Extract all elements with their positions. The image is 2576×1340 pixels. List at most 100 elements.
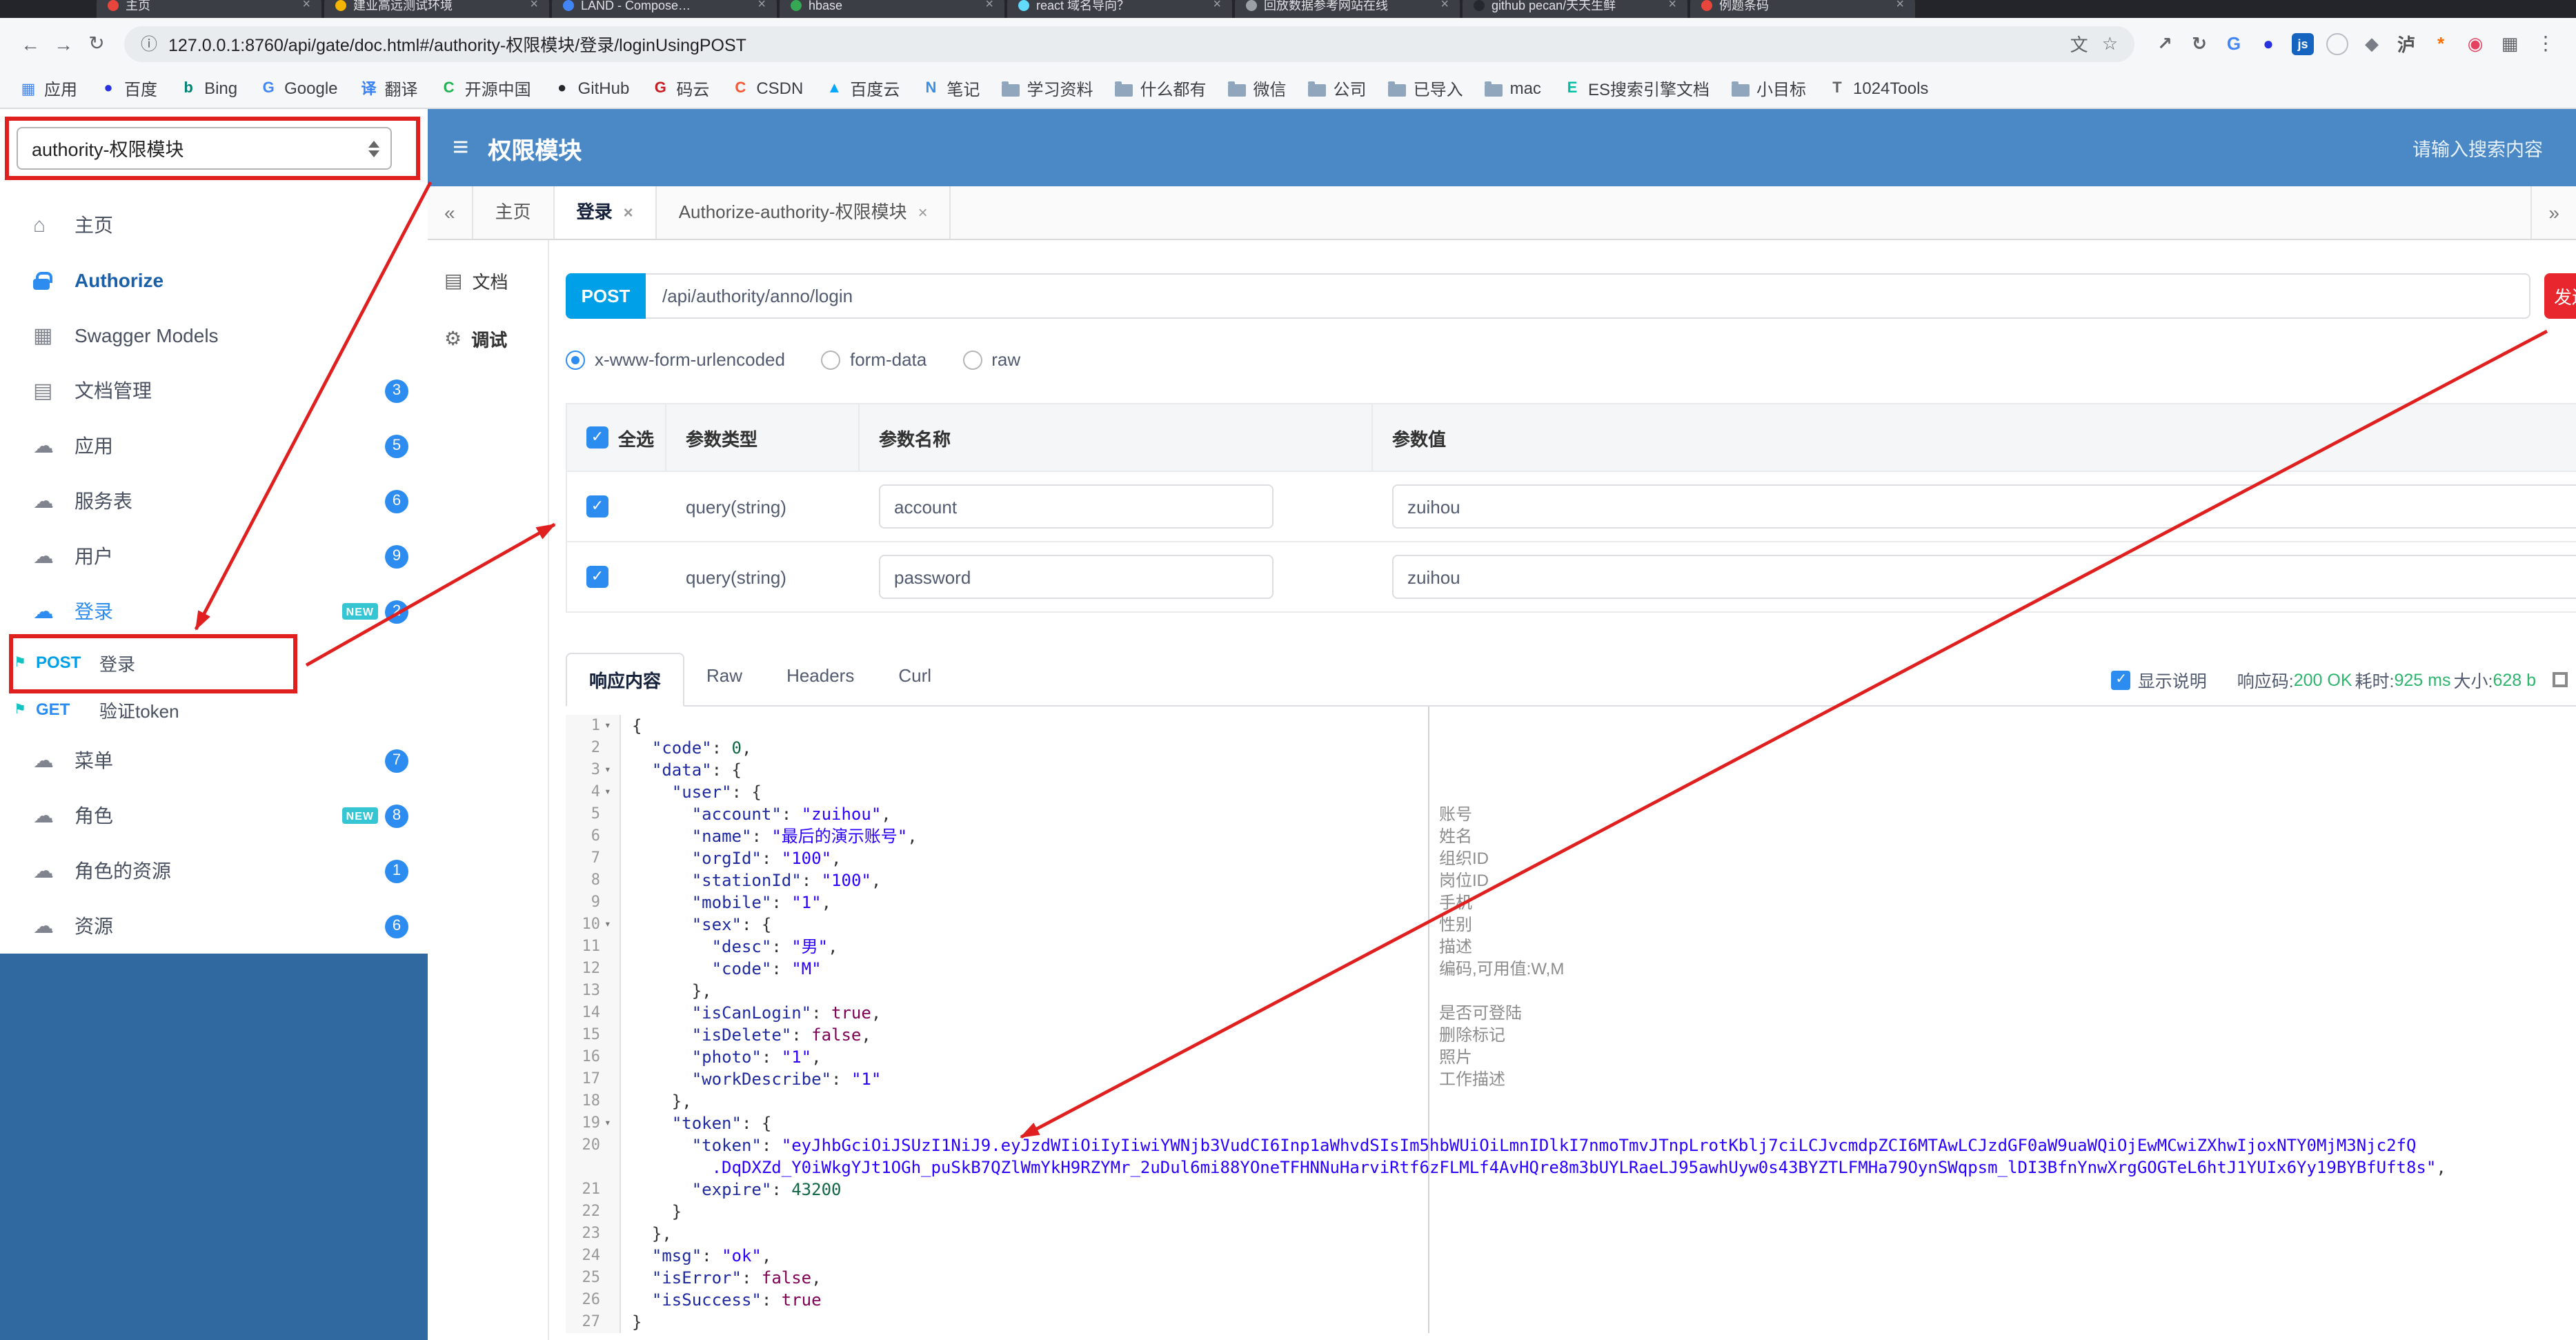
- bookmark-item[interactable]: 公司: [1308, 77, 1367, 100]
- paw-extension-icon[interactable]: ●: [2257, 32, 2279, 55]
- tab-close-icon[interactable]: ×: [985, 0, 993, 12]
- browser-tab[interactable]: 主页 ×: [97, 0, 321, 18]
- omnibox[interactable]: ⓘ 127.0.0.1:8760/api/gate/doc.html#/auth…: [124, 26, 2134, 61]
- content-type-radio[interactable]: raw: [962, 349, 1020, 370]
- doc-menu-doc[interactable]: ▤ 文档: [428, 251, 548, 309]
- sidebar-api-get[interactable]: ⚑ GET 验证token: [0, 686, 428, 733]
- circle-extension-icon[interactable]: [2326, 32, 2348, 55]
- bookmark-item[interactable]: ▦ 应用: [19, 77, 77, 100]
- doc-tab[interactable]: Authorize-authority-权限模块 ×: [657, 186, 951, 239]
- fold-arrow-icon[interactable]: ▾: [604, 781, 620, 803]
- response-tab[interactable]: Curl: [876, 653, 953, 707]
- share-extension-icon[interactable]: ↗: [2154, 32, 2176, 55]
- bookmark-item[interactable]: ● GitHub: [553, 79, 629, 98]
- browser-tab[interactable]: LAND - Compose… ×: [552, 0, 777, 18]
- browser-tab[interactable]: 建业高远测试环境 ×: [324, 0, 549, 18]
- header-search-input[interactable]: 请输入搜索内容: [2412, 134, 2543, 161]
- shield-extension-icon[interactable]: ◆: [2361, 32, 2383, 55]
- tab-close-icon[interactable]: ×: [1440, 0, 1449, 12]
- send-button[interactable]: 发送: [2544, 273, 2576, 319]
- bookmark-item[interactable]: 已导入: [1388, 77, 1463, 100]
- param-checkbox[interactable]: ✓: [586, 495, 608, 518]
- reload-icon[interactable]: ↻: [80, 32, 113, 55]
- sidebar-item-authorize[interactable]: Authorize: [0, 253, 428, 308]
- sidebar-item-user[interactable]: ☁ 用户 9: [0, 529, 428, 584]
- google-extension-icon[interactable]: G: [2223, 32, 2245, 55]
- param-value-input[interactable]: [1392, 555, 2576, 599]
- sidebar-item-menu[interactable]: ☁ 菜单 7: [0, 733, 428, 788]
- sidebar-item-app[interactable]: ☁ 应用 5: [0, 418, 428, 473]
- sidebar-item-login[interactable]: ☁ 登录 NEW 2: [0, 584, 428, 639]
- param-value-input[interactable]: [1392, 484, 2576, 529]
- sidebar-item-docs-manage[interactable]: ▤ 文档管理 3: [0, 363, 428, 418]
- bookmark-item[interactable]: E ES搜索引擎文档: [1563, 77, 1710, 100]
- service-group-select[interactable]: authority-权限模块: [17, 126, 392, 169]
- tab-close-icon[interactable]: ×: [530, 0, 538, 12]
- fold-arrow-icon[interactable]: ▾: [604, 715, 620, 737]
- bookmark-star-icon[interactable]: ☆: [2102, 32, 2118, 55]
- sidebar-item-role[interactable]: ☁ 角色 NEW 8: [0, 788, 428, 843]
- param-checkbox[interactable]: ✓: [586, 566, 608, 588]
- show-description-checkbox[interactable]: ✓: [2111, 670, 2131, 689]
- hamburger-icon[interactable]: ≡: [453, 132, 468, 164]
- response-tab[interactable]: Headers: [764, 653, 876, 707]
- bookmark-item[interactable]: 译翻译: [360, 77, 418, 100]
- param-name-input[interactable]: [879, 555, 1274, 599]
- forward-icon[interactable]: →: [47, 32, 80, 55]
- bookmark-item[interactable]: b Bing: [179, 79, 237, 98]
- select-all-checkbox[interactable]: ✓: [586, 426, 608, 449]
- browser-tab[interactable]: 回放数据参考网站在线 ×: [1235, 0, 1460, 18]
- back-icon[interactable]: ←: [14, 32, 47, 55]
- tab-close-icon[interactable]: ×: [624, 203, 633, 222]
- tab-close-icon[interactable]: ×: [302, 0, 310, 12]
- fold-arrow-icon[interactable]: ▾: [604, 914, 620, 936]
- sidebar-item-resource[interactable]: ☁ 资源 6: [0, 898, 428, 954]
- response-tab[interactable]: 响应内容: [566, 653, 685, 707]
- bookmark-item[interactable]: 微信: [1228, 77, 1287, 100]
- response-tab[interactable]: Raw: [684, 653, 764, 707]
- sidebar-item-swagger-models[interactable]: ▦ Swagger Models: [0, 308, 428, 363]
- content-type-radio[interactable]: x-www-form-urlencoded: [566, 349, 785, 370]
- tabs-collapse-left[interactable]: «: [428, 186, 473, 239]
- translate-icon[interactable]: 文: [2070, 30, 2088, 57]
- tabs-collapse-right[interactable]: »: [2530, 186, 2576, 239]
- asterisk-extension-icon[interactable]: *: [2430, 32, 2452, 55]
- sidebar-item-home[interactable]: ⌂ 主页: [0, 197, 428, 253]
- sidebar-item-role-resource[interactable]: ☁ 角色的资源 1: [0, 843, 428, 898]
- tab-close-icon[interactable]: ×: [757, 0, 766, 12]
- tab-close-icon[interactable]: ×: [918, 203, 928, 222]
- bookmark-item[interactable]: 学习资料: [1002, 77, 1093, 100]
- url-text[interactable]: 127.0.0.1:8760/api/gate/doc.html#/author…: [168, 30, 2057, 57]
- bookmark-item[interactable]: ● 百度: [99, 77, 157, 100]
- bookmark-item[interactable]: G Google: [259, 79, 338, 98]
- bookmark-item[interactable]: mac: [1485, 79, 1541, 98]
- browser-tab[interactable]: github pecan/天天生鲜 ×: [1463, 0, 1687, 18]
- doc-menu-debug[interactable]: ⚙ 调试: [428, 309, 548, 367]
- browser-menu-icon[interactable]: ⋮: [2529, 32, 2562, 55]
- bookmark-item[interactable]: C 开源中国: [440, 77, 531, 100]
- tab-close-icon[interactable]: ×: [1668, 0, 1676, 12]
- tab-close-icon[interactable]: ×: [1213, 0, 1221, 12]
- jsfiddle-extension-icon[interactable]: js: [2292, 32, 2314, 55]
- browser-tab[interactable]: 例题条码 ×: [1690, 0, 1915, 18]
- doc-tab[interactable]: 登录 ×: [554, 186, 657, 239]
- sidebar-item-service[interactable]: ☁ 服务表 6: [0, 473, 428, 529]
- doc-tab[interactable]: 主页: [473, 186, 555, 239]
- fold-arrow-icon[interactable]: ▾: [604, 1112, 620, 1134]
- bookmark-item[interactable]: ▲ 百度云: [825, 77, 900, 100]
- history-extension-icon[interactable]: ↻: [2188, 32, 2210, 55]
- tab-close-icon[interactable]: ×: [1896, 0, 1904, 12]
- hujiang-extension-icon[interactable]: 泸: [2395, 32, 2417, 55]
- request-url-input[interactable]: [646, 273, 2530, 319]
- bookmark-item[interactable]: G 码云: [651, 77, 710, 100]
- param-name-input[interactable]: [879, 484, 1274, 529]
- browser-tab[interactable]: hbase ×: [780, 0, 1004, 18]
- bookmark-item[interactable]: 小目标: [1731, 77, 1806, 100]
- sidebar-api-post[interactable]: ⚑ POST 登录: [0, 639, 428, 686]
- fullscreen-icon[interactable]: [2553, 672, 2568, 687]
- pin-extension-icon[interactable]: ◉: [2464, 32, 2486, 55]
- bookmark-item[interactable]: T 1024Tools: [1828, 79, 1928, 98]
- site-info-icon[interactable]: ⓘ: [141, 32, 157, 55]
- bookmark-item[interactable]: C CSDN: [731, 79, 803, 98]
- browser-tab[interactable]: react 域名导向？ ×: [1007, 0, 1232, 18]
